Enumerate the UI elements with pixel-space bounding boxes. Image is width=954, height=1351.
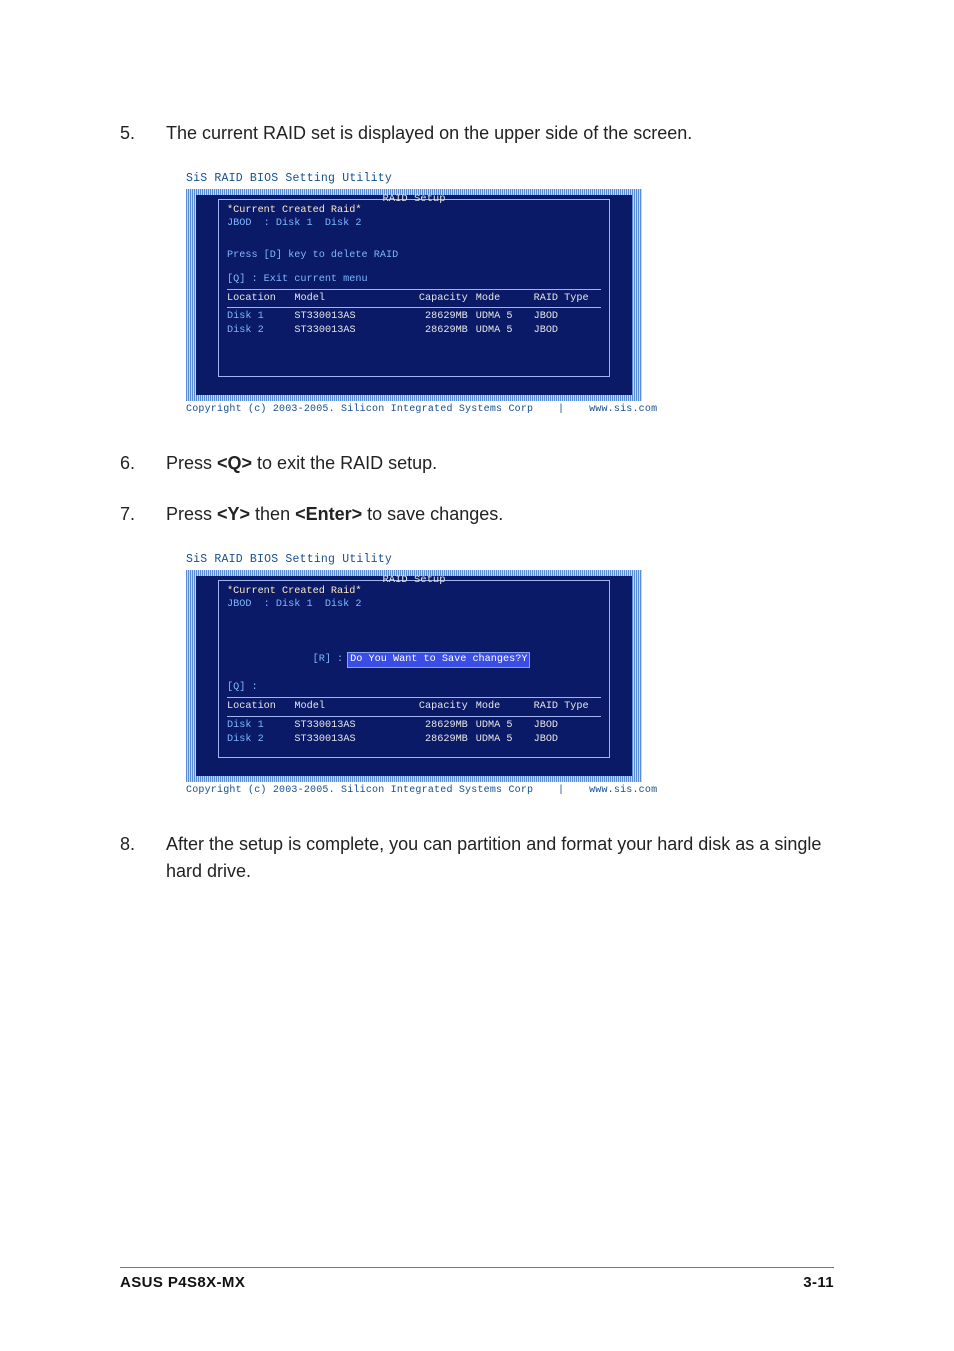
col-capacity: Capacity — [400, 292, 475, 306]
bios-title: SiS RAID BIOS Setting Utility — [186, 552, 642, 568]
col-mode: Mode — [476, 292, 534, 306]
col-model: Model — [294, 700, 400, 714]
bios-section-label: RAID Setup — [219, 192, 609, 206]
bios-table-header: Location Model Capacity Mode RAID Type — [227, 700, 601, 714]
text: then — [250, 504, 295, 524]
bios-q-key: [Q] : — [227, 681, 601, 695]
table-row: Disk 2 ST330013AS 28629MB UDMA 5 JBOD — [227, 733, 601, 747]
cell-model: ST330013AS — [294, 310, 400, 324]
step-6: 6. Press <Q> to exit the RAID setup. — [120, 450, 834, 477]
cell-capacity: 28629MB — [400, 719, 475, 733]
instruction-steps: 5. The current RAID set is displayed on … — [120, 120, 834, 885]
text: Press — [166, 504, 217, 524]
cell-mode: UDMA 5 — [476, 310, 534, 324]
bios-divider — [227, 716, 601, 717]
bios-inner: RAID Setup *Current Created Raid* JBOD :… — [218, 580, 610, 758]
page-footer: ASUS P4S8X-MX 3-11 — [120, 1267, 834, 1291]
cell-raidtype: JBOD — [534, 719, 601, 733]
cell-location: Disk 1 — [227, 310, 294, 324]
save-prompt-bar[interactable]: Do You Want to Save changes?Y — [347, 652, 530, 668]
cell-raidtype: JBOD — [534, 324, 601, 338]
bios-table-header: Location Model Capacity Mode RAID Type — [227, 292, 601, 306]
cell-capacity: 28629MB — [400, 310, 475, 324]
col-raidtype: RAID Type — [534, 292, 601, 306]
bios-screenshot-2: SiS RAID BIOS Setting Utility RAID Setup… — [186, 552, 834, 797]
step-text: After the setup is complete, you can par… — [166, 831, 834, 885]
bios-divider — [227, 289, 601, 290]
bios-jbod-line: JBOD : Disk 1 Disk 2 — [227, 217, 601, 231]
cell-mode: UDMA 5 — [476, 324, 534, 338]
step-7: 7. Press <Y> then <Enter> to save change… — [120, 501, 834, 528]
bios-screenshot-1: SiS RAID BIOS Setting Utility RAID Setup… — [186, 171, 834, 416]
text: to exit the RAID setup. — [252, 453, 437, 473]
bios-divider — [227, 307, 601, 308]
bios-jbod-line: JBOD : Disk 1 Disk 2 — [227, 598, 601, 612]
label-r: [R] : — [313, 654, 344, 665]
cell-model: ST330013AS — [294, 719, 400, 733]
cell-mode: UDMA 5 — [476, 719, 534, 733]
bios-exit-hint: [Q] : Exit current menu — [227, 273, 601, 287]
key-q: <Q> — [217, 453, 252, 473]
step-number: 5. — [120, 120, 166, 147]
bios-r-key: [R] :Do You Want to Save changes?Y — [227, 638, 601, 681]
step-number: 7. — [120, 501, 166, 528]
bios-inner: RAID Setup *Current Created Raid* JBOD :… — [218, 199, 610, 377]
table-row: Disk 1 ST330013AS 28629MB UDMA 5 JBOD — [227, 310, 601, 324]
col-location: Location — [227, 292, 294, 306]
key-enter: <Enter> — [295, 504, 362, 524]
cell-capacity: 28629MB — [400, 733, 475, 747]
footer-right: 3-11 — [803, 1274, 834, 1291]
step-text: Press <Q> to exit the RAID setup. — [166, 450, 834, 477]
table-row: Disk 2 ST330013AS 28629MB UDMA 5 JBOD — [227, 324, 601, 338]
table-row: Disk 1 ST330013AS 28629MB UDMA 5 JBOD — [227, 719, 601, 733]
cell-model: ST330013AS — [294, 733, 400, 747]
bios-delete-hint: Press [D] key to delete RAID — [227, 249, 601, 263]
step-text: The current RAID set is displayed on the… — [166, 120, 834, 147]
footer-left: ASUS P4S8X-MX — [120, 1274, 245, 1291]
bios-body: RAID Setup *Current Created Raid* JBOD :… — [186, 189, 642, 401]
cell-location: Disk 1 — [227, 719, 294, 733]
col-raidtype: RAID Type — [534, 700, 601, 714]
col-model: Model — [294, 292, 400, 306]
page: 5. The current RAID set is displayed on … — [0, 0, 954, 1351]
bios-divider — [227, 697, 601, 698]
step-number: 6. — [120, 450, 166, 477]
cell-mode: UDMA 5 — [476, 733, 534, 747]
step-8: 8. After the setup is complete, you can … — [120, 831, 834, 885]
bios-footer: Copyright (c) 2003-2005. Silicon Integra… — [186, 784, 642, 798]
bios-section-label: RAID Setup — [219, 573, 609, 587]
cell-model: ST330013AS — [294, 324, 400, 338]
step-text: Press <Y> then <Enter> to save changes. — [166, 501, 834, 528]
step-5: 5. The current RAID set is displayed on … — [120, 120, 834, 147]
step-number: 8. — [120, 831, 166, 885]
bios-title: SiS RAID BIOS Setting Utility — [186, 171, 642, 187]
text: Press — [166, 453, 217, 473]
key-y: <Y> — [217, 504, 250, 524]
cell-location: Disk 2 — [227, 324, 294, 338]
col-capacity: Capacity — [400, 700, 475, 714]
cell-capacity: 28629MB — [400, 324, 475, 338]
bios-footer: Copyright (c) 2003-2005. Silicon Integra… — [186, 403, 642, 417]
cell-raidtype: JBOD — [534, 310, 601, 324]
text: to save changes. — [362, 504, 503, 524]
cell-location: Disk 2 — [227, 733, 294, 747]
cell-raidtype: JBOD — [534, 733, 601, 747]
bios-body: RAID Setup *Current Created Raid* JBOD :… — [186, 570, 642, 782]
col-location: Location — [227, 700, 294, 714]
col-mode: Mode — [476, 700, 534, 714]
